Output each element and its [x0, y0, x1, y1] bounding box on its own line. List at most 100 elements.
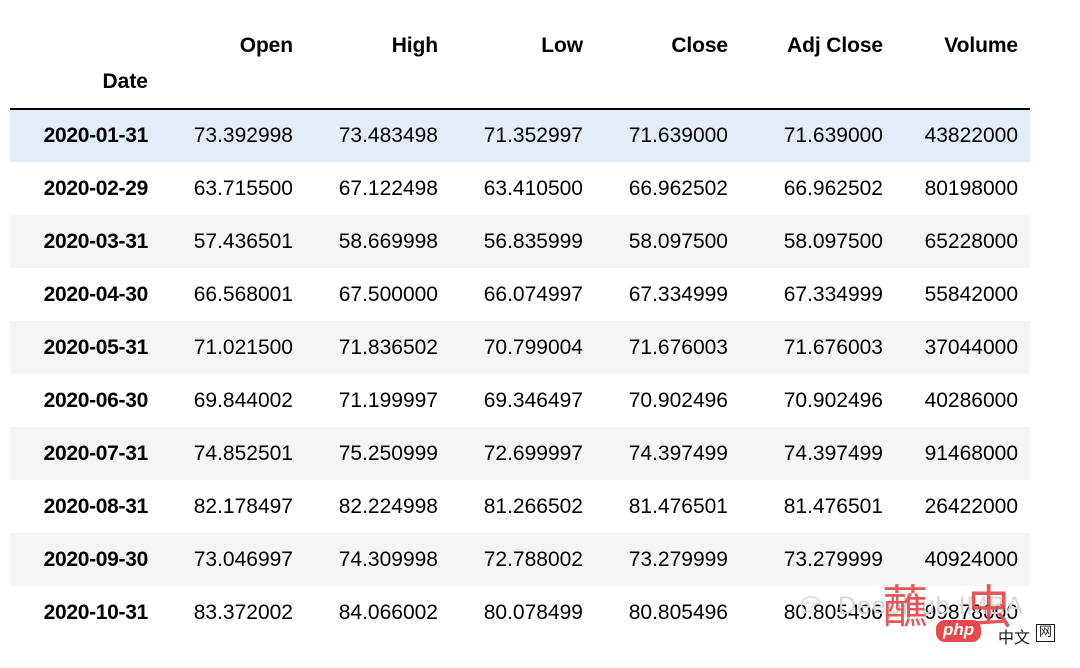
cell-volume: 91468000 [924, 441, 1018, 465]
cell-high: 82.224998 [338, 494, 438, 518]
row-index-date: 2020-10-31 [43, 600, 149, 624]
cell-high: 67.500000 [338, 282, 438, 306]
index-row-spacer-3 [450, 64, 595, 110]
cell-open: 74.852501 [193, 441, 293, 465]
cell-close: 80.805496 [628, 600, 728, 624]
cell-adj-close: 81.476501 [783, 494, 883, 518]
cell-close: 67.334999 [628, 282, 728, 306]
cell-open: 73.392998 [193, 124, 293, 147]
cell-high: 73.483498 [338, 124, 438, 147]
table-row: 2020-10-31 83.372002 84.066002 80.078499 80.… [10, 586, 1030, 639]
index-name-row: Date [10, 64, 1030, 110]
cell-adj-close: 66.962502 [783, 176, 883, 200]
cell-open: 66.568001 [193, 282, 293, 306]
cell-low: 71.352997 [483, 124, 583, 147]
row-index-date: 2020-03-31 [43, 229, 149, 253]
cell-open: 83.372002 [193, 600, 293, 624]
cell-close: 73.279999 [628, 547, 728, 571]
cell-open: 71.021500 [193, 335, 293, 359]
cell-open: 82.178497 [193, 494, 293, 518]
cell-high: 75.250999 [338, 441, 438, 465]
cell-open: 69.844002 [193, 388, 293, 412]
cell-volume: 55842000 [924, 282, 1018, 306]
row-index-date: 2020-02-29 [43, 176, 149, 200]
cell-adj-close: 71.639000 [783, 124, 883, 147]
index-row-spacer-1 [160, 64, 305, 110]
cell-low: 80.078499 [483, 600, 583, 624]
cell-open: 57.436501 [193, 229, 293, 253]
column-header-volume[interactable]: Volume [895, 18, 1030, 64]
cell-adj-close: 67.334999 [783, 282, 883, 306]
cell-open: 73.046997 [193, 547, 293, 571]
table-row: 2020-02-29 63.715500 67.122498 63.410500 66.… [10, 162, 1030, 215]
cell-adj-close: 74.397499 [783, 441, 883, 465]
column-header-low[interactable]: Low [450, 18, 595, 64]
table-row: 2020-01-31 73.392998 73.483498 71.352997 71.… [10, 109, 1030, 162]
column-header-high[interactable]: High [305, 18, 450, 64]
index-name-date: Date [10, 64, 160, 110]
table-row: 2020-06-30 69.844002 71.199997 69.346497 70.… [10, 374, 1030, 427]
cell-high: 67.122498 [338, 176, 438, 200]
index-row-spacer-4 [595, 64, 740, 110]
dataframe-page: Open High Low Close Adj Close Volume Dat… [0, 0, 1080, 668]
cell-high: 71.199997 [338, 388, 438, 412]
cell-close: 81.476501 [628, 494, 728, 518]
table-header: Open High Low Close Adj Close Volume Dat… [10, 18, 1030, 110]
index-row-spacer-6 [895, 64, 1030, 110]
cell-adj-close: 71.676003 [783, 335, 883, 359]
table-row: 2020-05-31 71.021500 71.836502 70.799004 71.… [10, 321, 1030, 374]
table-body: 2020-01-31 73.392998 73.483498 71.352997 71.… [10, 109, 1030, 639]
column-header-open[interactable]: Open [160, 18, 305, 64]
table-row: 2020-09-30 73.046997 74.309998 72.788002 73.… [10, 533, 1030, 586]
cell-high: 58.669998 [338, 229, 438, 253]
row-index-date: 2020-04-30 [43, 282, 149, 306]
table-row: 2020-04-30 66.568001 67.500000 66.074997 67.… [10, 268, 1030, 321]
dataframe-table: Open High Low Close Adj Close Volume Dat… [10, 18, 1030, 639]
table-row: 2020-08-31 82.178497 82.224998 81.266502 81.… [10, 480, 1030, 533]
cell-high: 84.066002 [338, 600, 438, 624]
cell-volume: 99878000 [924, 600, 1018, 624]
cell-low: 70.799004 [483, 335, 583, 359]
cell-volume: 40924000 [924, 547, 1018, 571]
cell-adj-close: 58.097500 [783, 229, 883, 253]
cell-volume: 65228000 [924, 229, 1018, 253]
cell-close: 71.639000 [628, 124, 728, 147]
cell-open: 63.715500 [193, 176, 293, 200]
cell-low: 72.699997 [483, 441, 583, 465]
cell-adj-close: 70.902496 [783, 388, 883, 412]
table-row: 2020-03-31 57.436501 58.669998 56.835999 58.… [10, 215, 1030, 268]
column-header-row: Open High Low Close Adj Close Volume [10, 18, 1030, 64]
index-row-spacer-5 [740, 64, 895, 110]
index-row-spacer-2 [305, 64, 450, 110]
table-row: 2020-07-31 74.852501 75.250999 72.699997 74.… [10, 427, 1030, 480]
cell-close: 74.397499 [628, 441, 728, 465]
cell-close: 70.902496 [628, 388, 728, 412]
cell-high: 71.836502 [338, 335, 438, 359]
cell-high: 74.309998 [338, 547, 438, 571]
php-watermark-box-text: 网 [1036, 624, 1056, 643]
cell-low: 69.346497 [483, 388, 583, 412]
cell-volume: 26422000 [924, 494, 1018, 518]
cell-volume: 43822000 [924, 124, 1018, 147]
column-header-close[interactable]: Close [595, 18, 740, 64]
cell-low: 81.266502 [483, 494, 583, 518]
cell-volume: 80198000 [924, 176, 1018, 200]
cell-adj-close: 73.279999 [783, 547, 883, 571]
cell-low: 63.410500 [483, 176, 583, 200]
cell-volume: 40286000 [924, 388, 1018, 412]
column-header-adj-close[interactable]: Adj Close [740, 18, 895, 64]
row-index-date: 2020-07-31 [43, 441, 149, 465]
header-spacer [10, 18, 160, 64]
row-index-date: 2020-08-31 [43, 494, 149, 518]
cell-close: 71.676003 [628, 335, 728, 359]
cell-low: 66.074997 [483, 282, 583, 306]
row-index-date: 2020-05-31 [43, 335, 149, 359]
cell-close: 58.097500 [628, 229, 728, 253]
cell-adj-close: 80.805496 [783, 600, 883, 624]
cell-low: 56.835999 [483, 229, 583, 253]
cell-volume: 37044000 [924, 335, 1018, 359]
row-index-date: 2020-01-31 [43, 124, 149, 147]
cell-low: 72.788002 [483, 547, 583, 571]
cell-close: 66.962502 [628, 176, 728, 200]
row-index-date: 2020-09-30 [43, 547, 149, 571]
